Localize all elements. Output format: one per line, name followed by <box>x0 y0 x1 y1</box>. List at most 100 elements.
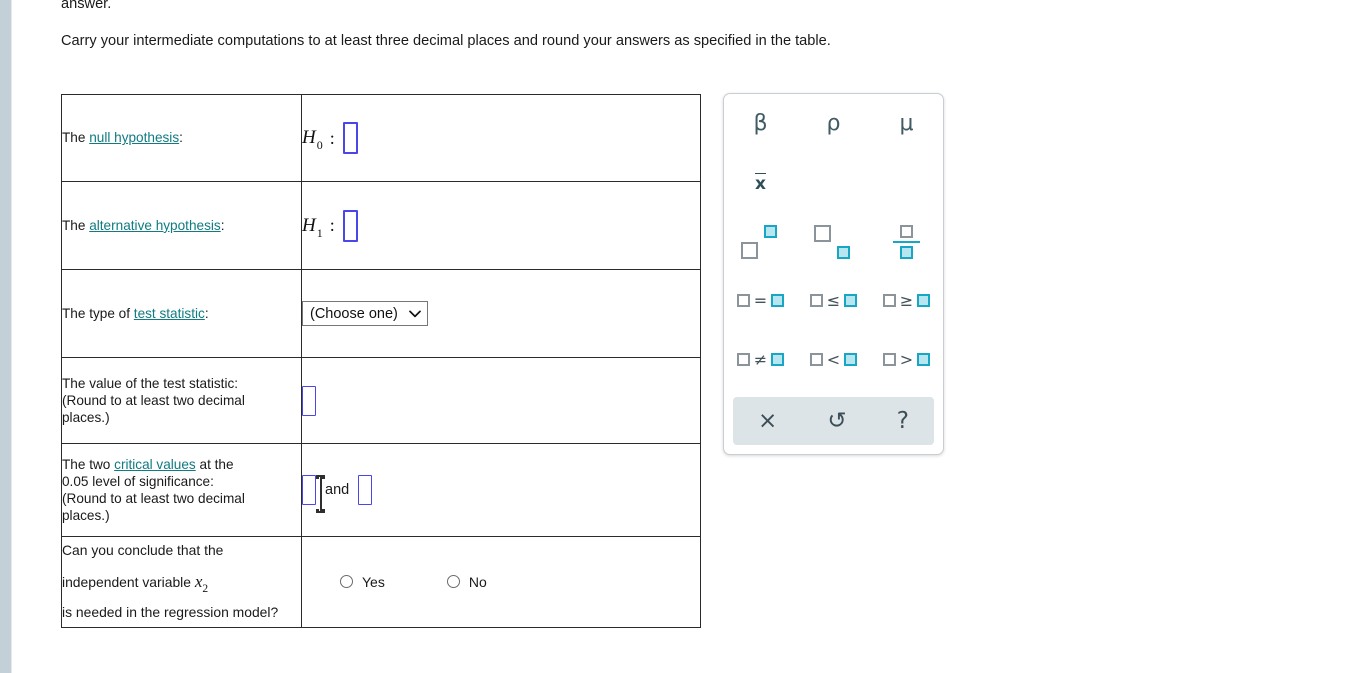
radio-label-yes: Yes <box>362 573 385 590</box>
palette-rho-symbol[interactable]: ρ <box>797 94 870 153</box>
not-equal-icon: ≠ <box>736 351 785 368</box>
label-prefix: The type of <box>62 305 134 321</box>
null-hypothesis-link[interactable]: null hypothesis <box>89 130 179 145</box>
table-row-alternative-hypothesis: The alternative hypothesis: H1 : <box>61 181 701 270</box>
table-row-test-statistic-value: The value of the test statistic: (Round … <box>61 357 701 444</box>
null-hypothesis-answer-cell: H0 : <box>301 94 701 182</box>
label-suffix: : <box>204 305 209 321</box>
equals-icon: = <box>736 292 785 309</box>
label-suffix: at the <box>195 456 234 472</box>
conclusion-question-answer-cell: Yes No <box>301 536 701 628</box>
critical-values-math-row: and <box>302 475 700 505</box>
label-suffix: : <box>220 217 225 233</box>
radio-circle-icon[interactable] <box>340 575 353 589</box>
subscript-icon <box>813 224 854 259</box>
critical-label-line-3: (Round to at least two decimal <box>62 491 245 506</box>
critical-values-label-cell: The two critical values at the 0.05 leve… <box>61 443 302 537</box>
palette-less-than-template[interactable]: < <box>797 330 870 389</box>
value-label-line-3: places.) <box>62 410 110 426</box>
alternative-hypothesis-label-cell: The alternative hypothesis: <box>61 181 302 270</box>
alternative-hypothesis-answer-cell: H1 : <box>301 181 701 270</box>
left-margin-edge <box>11 0 12 673</box>
critical-values-link[interactable]: critical values <box>114 457 196 472</box>
palette-fraction-template[interactable] <box>870 212 943 271</box>
x-two-variable-symbol: x2 <box>194 571 209 595</box>
test-statistic-select-value: (Choose one) <box>310 305 398 322</box>
help-icon[interactable]: ? <box>883 406 923 437</box>
palette-greater-than-template[interactable]: > <box>870 330 943 389</box>
beta-glyph: β <box>753 110 768 136</box>
question-line-2: is needed in the regression model? <box>62 603 279 620</box>
palette-symbol-grid: β ρ μ x = ≤ ≥ ≠ < > <box>724 94 943 389</box>
critical-label-line-4: places.) <box>62 508 110 524</box>
mu-glyph: μ <box>899 110 914 136</box>
colon-separator: : <box>329 215 335 235</box>
label-prefix: The two <box>62 456 115 472</box>
critical-value-lower-input[interactable] <box>302 475 316 505</box>
test-statistic-type-label-cell: The type of test statistic: <box>61 269 302 358</box>
alternative-hypothesis-math-row: H1 : <box>302 209 700 242</box>
test-statistic-value-label-cell: The value of the test statistic: (Round … <box>61 357 302 444</box>
greater-than-or-equal-icon: ≥ <box>882 292 931 309</box>
label-suffix: : <box>179 130 183 146</box>
conclusion-radio-group: Yes No <box>302 574 700 590</box>
palette-footer-toolbar: × ↺ ? <box>733 397 934 445</box>
palette-x-bar-symbol[interactable]: x <box>724 153 797 212</box>
page-root: answer. Carry your intermediate computat… <box>0 0 1347 673</box>
label-prefix: The <box>62 217 90 233</box>
palette-not-equal-template[interactable]: ≠ <box>724 330 797 389</box>
table-row-conclusion-question: Can you conclude that the independent va… <box>61 536 701 628</box>
greater-than-icon: > <box>882 351 931 368</box>
intro-text-line-1: answer. <box>61 0 112 12</box>
alternative-hypothesis-input[interactable] <box>342 209 358 242</box>
null-hypothesis-math-row: H0 : <box>302 122 700 154</box>
fraction-icon <box>893 224 920 259</box>
palette-equals-template[interactable]: = <box>724 271 797 330</box>
palette-empty-slot-1 <box>797 153 870 212</box>
test-statistic-value-answer-cell <box>301 357 701 444</box>
test-statistic-link[interactable]: test statistic <box>134 306 205 321</box>
chevron-down-icon <box>409 308 421 320</box>
radio-label-no: No <box>468 573 487 590</box>
h-naught-symbol: H0 <box>302 127 323 152</box>
critical-value-upper-input[interactable] <box>358 475 373 505</box>
palette-empty-slot-2 <box>870 153 943 212</box>
alternative-hypothesis-link[interactable]: alternative hypothesis <box>89 218 220 233</box>
math-symbol-palette: β ρ μ x = ≤ ≥ ≠ < > × ↺ ? <box>723 93 944 455</box>
conjunction-and: and <box>325 482 350 498</box>
clear-icon[interactable]: × <box>744 406 791 437</box>
superscript-icon <box>740 224 781 259</box>
test-statistic-type-answer-cell: (Choose one) <box>301 269 701 358</box>
palette-greater-equal-template[interactable]: ≥ <box>870 271 943 330</box>
value-label-line-2: (Round to at least two decimal <box>62 392 245 408</box>
palette-mu-symbol[interactable]: μ <box>870 94 943 153</box>
palette-less-equal-template[interactable]: ≤ <box>797 271 870 330</box>
intro-text-line-2: Carry your intermediate computations to … <box>61 33 831 49</box>
less-than-or-equal-icon: ≤ <box>809 292 858 309</box>
palette-beta-symbol[interactable]: β <box>724 94 797 153</box>
palette-superscript-template[interactable] <box>724 212 797 271</box>
left-margin-strip <box>0 0 11 673</box>
table-row-test-statistic-type: The type of test statistic: (Choose one) <box>61 269 701 358</box>
colon-separator: : <box>329 127 335 148</box>
rho-glyph: ρ <box>826 110 841 136</box>
table-row-critical-values: The two critical values at the 0.05 leve… <box>61 443 701 537</box>
h-one-symbol: H1 <box>302 214 323 240</box>
critical-label-line-1: The two critical values at the <box>62 456 301 473</box>
null-hypothesis-label-cell: The null hypothesis: <box>61 94 302 182</box>
label-prefix: The <box>62 130 90 146</box>
radio-option-no[interactable]: No <box>446 573 487 590</box>
test-statistic-value-input[interactable] <box>302 385 316 416</box>
null-hypothesis-input[interactable] <box>342 122 358 154</box>
hypothesis-test-table: The null hypothesis: H0 : The alternativ… <box>61 94 701 628</box>
table-row-null-hypothesis: The null hypothesis: H0 : <box>61 94 701 182</box>
less-than-icon: < <box>809 351 858 368</box>
radio-option-yes[interactable]: Yes <box>340 574 385 590</box>
undo-icon[interactable]: ↺ <box>813 406 860 437</box>
critical-values-answer-cell: and <box>301 443 701 537</box>
conclusion-question-label-cell: Can you conclude that the independent va… <box>61 536 302 628</box>
critical-label-line-2: 0.05 level of significance: <box>62 473 214 489</box>
test-statistic-select[interactable]: (Choose one) <box>302 301 428 326</box>
palette-subscript-template[interactable] <box>797 212 870 271</box>
radio-circle-icon[interactable] <box>446 575 460 589</box>
